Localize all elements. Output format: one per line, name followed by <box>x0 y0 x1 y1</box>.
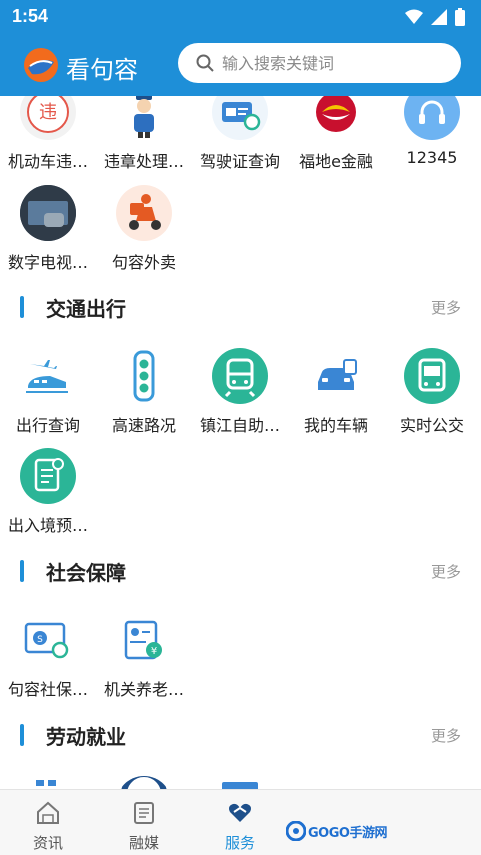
tab-label: 服务 <box>224 834 255 852</box>
hotline-headset-icon <box>404 96 460 140</box>
media-document-icon <box>134 802 154 824</box>
service-realtime-bus[interactable]: 实时公交 <box>384 348 480 436</box>
service-label: 机动车违… <box>7 152 88 171</box>
service-label: 机关养老… <box>103 680 184 699</box>
service-label: 数字电视… <box>7 253 88 272</box>
app-title: 看句容 <box>66 56 138 84</box>
service-exit-entry[interactable]: 出入境预… <box>0 448 96 536</box>
section-header-transport: 交通出行 更多 <box>0 292 481 322</box>
service-label: 违章处理… <box>103 152 184 171</box>
search-icon <box>196 54 214 72</box>
wifi-icon <box>405 9 423 24</box>
home-icon <box>37 801 59 824</box>
app-logo-icon <box>24 48 58 82</box>
status-bar: 1:54 <box>0 0 481 34</box>
service-zhenjiang-selfservice[interactable]: 镇江自助… <box>192 348 288 436</box>
watermark-text: GOGO手游网 <box>308 825 387 841</box>
service-label: 句容外卖 <box>111 253 176 272</box>
section-accent-bar <box>20 560 24 582</box>
signal-icon <box>431 9 447 25</box>
social-security-card-icon: S <box>20 612 76 668</box>
search-box[interactable] <box>178 43 461 83</box>
bank-logo-icon <box>308 96 364 140</box>
car-document-icon <box>308 348 364 404</box>
watermark-logo-icon <box>286 821 306 841</box>
tab-media[interactable]: 融媒 <box>96 790 192 855</box>
section-more-link[interactable]: 更多 <box>431 297 461 318</box>
bottom-tab-bar: 资讯 融媒 服务 <box>0 789 481 855</box>
employment-icon <box>212 776 268 789</box>
traffic-violation-icon: 违 <box>20 96 76 140</box>
service-highway-status[interactable]: 高速路况 <box>96 348 192 436</box>
svg-text:¥: ¥ <box>151 646 157 657</box>
service-institution-pension[interactable]: ¥ 机关养老… <box>96 612 192 700</box>
tab-services[interactable]: 服务 <box>192 790 288 855</box>
service-employment-partial-3[interactable] <box>192 776 288 789</box>
service-violation-handling[interactable]: 违章处理… <box>96 96 192 172</box>
service-label: 出入境预… <box>7 516 88 535</box>
section-accent-bar <box>20 296 24 318</box>
service-my-vehicle[interactable]: 我的车辆 <box>288 348 384 436</box>
service-digital-tv[interactable]: 数字电视… <box>0 185 96 273</box>
services-content[interactable]: 违 机动车违… 违章处理… 驾驶证查询 福地e金融 12345 数字电视… 句容… <box>0 96 481 789</box>
traffic-light-icon <box>116 348 172 404</box>
service-label: 句容社保… <box>7 680 88 699</box>
status-icons <box>405 8 465 26</box>
search-input[interactable] <box>222 53 442 73</box>
employment-icon <box>20 776 76 789</box>
bus-teal-icon <box>212 348 268 404</box>
tab-label: 融媒 <box>128 834 159 852</box>
section-title: 社会保障 <box>46 561 126 585</box>
service-label: 实时公交 <box>399 416 464 435</box>
tab-label: 资讯 <box>32 834 63 852</box>
service-label: 福地e金融 <box>299 152 373 171</box>
battery-icon <box>455 8 465 26</box>
section-more-link[interactable]: 更多 <box>431 725 461 746</box>
service-label: 我的车辆 <box>303 416 368 435</box>
tab-news[interactable]: 资讯 <box>0 790 96 855</box>
section-title: 劳动就业 <box>46 725 126 749</box>
delivery-scooter-icon <box>116 185 172 241</box>
heart-service-icon <box>229 803 251 822</box>
traffic-police-icon <box>116 96 172 140</box>
service-label: 出行查询 <box>15 416 80 435</box>
service-jurong-social-security[interactable]: S 句容社保… <box>0 612 96 700</box>
svg-text:S: S <box>37 635 43 645</box>
service-fudi-finance[interactable]: 福地e金融 <box>288 96 384 172</box>
svg-text:违: 违 <box>39 102 57 123</box>
service-12345[interactable]: 12345 <box>384 96 480 167</box>
service-label: 驾驶证查询 <box>199 152 280 171</box>
service-label: 镇江自助… <box>199 416 280 435</box>
digital-tv-icon <box>20 185 76 241</box>
driver-license-icon <box>212 96 268 140</box>
train-plane-icon <box>20 348 76 404</box>
watermark: GOGO手游网 <box>286 818 387 844</box>
section-header-employment: 劳动就业 更多 <box>0 720 481 750</box>
app-header: 看句容 <box>0 34 481 96</box>
employment-icon <box>116 776 172 789</box>
service-jurong-takeout[interactable]: 句容外卖 <box>96 185 192 273</box>
service-label: 高速路况 <box>111 416 176 435</box>
section-title: 交通出行 <box>46 297 126 321</box>
status-time: 1:54 <box>12 6 49 26</box>
bus-realtime-icon <box>404 348 460 404</box>
service-driver-license[interactable]: 驾驶证查询 <box>192 96 288 172</box>
section-more-link[interactable]: 更多 <box>431 561 461 582</box>
service-label: 12345 <box>406 148 458 167</box>
service-traffic-violation[interactable]: 违 机动车违… <box>0 96 96 172</box>
service-employment-partial-1[interactable] <box>0 776 96 789</box>
passport-document-icon <box>20 448 76 504</box>
pension-card-icon: ¥ <box>116 612 172 668</box>
section-accent-bar <box>20 724 24 746</box>
service-travel-query[interactable]: 出行查询 <box>0 348 96 436</box>
service-employment-partial-2[interactable] <box>96 776 192 789</box>
section-header-social-security: 社会保障 更多 <box>0 556 481 586</box>
